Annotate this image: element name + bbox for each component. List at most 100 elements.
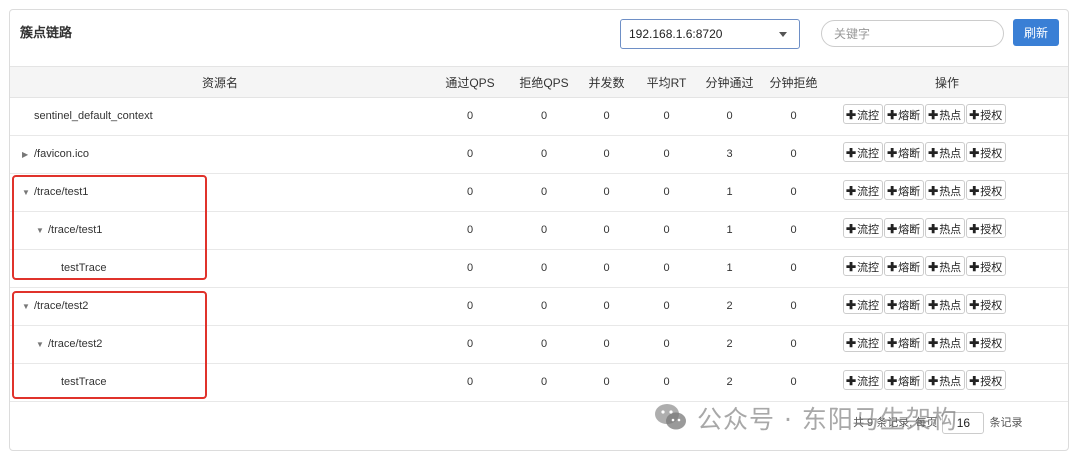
plus-icon: ✚: [846, 374, 857, 388]
plus-icon: ✚: [846, 146, 857, 160]
machine-select[interactable]: 192.168.1.6:8720: [620, 19, 800, 49]
block-qps-cell: 0: [540, 186, 548, 198]
minute-pass-cell: 2: [726, 300, 733, 312]
degrade-rule-button[interactable]: ✚熔断: [884, 294, 925, 314]
avg-rt-cell: 0: [663, 262, 670, 274]
action-label: 流控: [857, 338, 880, 350]
authority-rule-button[interactable]: ✚授权: [966, 332, 1007, 352]
avg-rt-cell: 0: [663, 338, 670, 350]
pass-qps-cell: 0: [466, 224, 474, 236]
concurrency-cell: 0: [603, 338, 610, 350]
machine-select-value: 192.168.1.6:8720: [629, 27, 723, 41]
plus-icon: ✚: [928, 222, 939, 236]
degrade-rule-button[interactable]: ✚熔断: [884, 142, 925, 162]
action-label: 熔断: [898, 224, 921, 236]
table-row: sentinel_default_context 0 0 0 0 0 0 ✚流控 ✚熔断 ✚热点 ✚…: [10, 98, 1068, 136]
hotspot-rule-button[interactable]: ✚热点: [925, 294, 966, 314]
minute-block-cell: 0: [790, 224, 797, 236]
degrade-rule-button[interactable]: ✚熔断: [884, 104, 925, 124]
action-label: 授权: [980, 186, 1003, 198]
search-input[interactable]: [821, 20, 1004, 47]
plus-icon: ✚: [928, 336, 939, 350]
minute-pass-cell: 1: [726, 262, 733, 274]
plus-icon: ✚: [969, 108, 980, 122]
plus-icon: ✚: [969, 260, 980, 274]
action-label: 流控: [857, 262, 880, 274]
degrade-rule-button[interactable]: ✚熔断: [884, 180, 925, 200]
refresh-button[interactable]: 刷新: [1013, 19, 1059, 46]
action-label: 热点: [939, 376, 962, 388]
pass-qps-cell: 0: [466, 262, 474, 274]
authority-rule-button[interactable]: ✚授权: [966, 256, 1007, 276]
caret-right-icon[interactable]: ▶: [22, 150, 31, 159]
degrade-rule-button[interactable]: ✚熔断: [884, 256, 925, 276]
degrade-rule-button[interactable]: ✚熔断: [884, 370, 925, 390]
hotspot-rule-button[interactable]: ✚热点: [925, 218, 966, 238]
action-label: 授权: [980, 376, 1003, 388]
action-label: 授权: [980, 338, 1003, 350]
header-resource-name: 资源名: [10, 66, 430, 98]
flow-rule-button[interactable]: ✚流控: [843, 218, 884, 238]
minute-block-cell: 0: [790, 110, 797, 122]
action-label: 授权: [980, 148, 1003, 160]
action-label: 热点: [939, 110, 962, 122]
hotspot-rule-button[interactable]: ✚热点: [925, 104, 966, 124]
wechat-icon: [655, 404, 686, 430]
minute-pass-cell: 1: [726, 186, 733, 198]
hotspot-rule-button[interactable]: ✚热点: [925, 332, 966, 352]
authority-rule-button[interactable]: ✚授权: [966, 180, 1007, 200]
minute-block-cell: 0: [790, 186, 797, 198]
block-qps-cell: 0: [540, 338, 548, 350]
hotspot-rule-button[interactable]: ✚热点: [925, 142, 966, 162]
flow-rule-button[interactable]: ✚流控: [843, 104, 884, 124]
concurrency-cell: 0: [603, 262, 610, 274]
avg-rt-cell: 0: [663, 186, 670, 198]
flow-rule-button[interactable]: ✚流控: [843, 180, 884, 200]
degrade-rule-button[interactable]: ✚熔断: [884, 218, 925, 238]
minute-block-cell: 0: [790, 300, 797, 312]
actions-cell: ✚流控 ✚熔断 ✚热点 ✚授权: [826, 288, 1068, 326]
action-label: 熔断: [898, 338, 921, 350]
authority-rule-button[interactable]: ✚授权: [966, 142, 1007, 162]
hotspot-rule-button[interactable]: ✚热点: [925, 180, 966, 200]
authority-rule-button[interactable]: ✚授权: [966, 104, 1007, 124]
flow-rule-button[interactable]: ✚流控: [843, 256, 884, 276]
minute-block-cell: 0: [790, 376, 797, 388]
pass-qps-cell: 0: [466, 376, 474, 388]
plus-icon: ✚: [969, 374, 980, 388]
plus-icon: ✚: [887, 108, 898, 122]
minute-pass-cell: 0: [726, 110, 733, 122]
flow-rule-button[interactable]: ✚流控: [843, 294, 884, 314]
concurrency-cell: 0: [603, 376, 610, 388]
chevron-down-icon: [779, 32, 787, 37]
hotspot-rule-button[interactable]: ✚热点: [925, 370, 966, 390]
flow-rule-button[interactable]: ✚流控: [843, 370, 884, 390]
authority-rule-button[interactable]: ✚授权: [966, 294, 1007, 314]
resource-name: sentinel_default_context: [34, 110, 153, 122]
minute-block-cell: 0: [790, 262, 797, 274]
pass-qps-cell: 0: [466, 338, 474, 350]
plus-icon: ✚: [928, 108, 939, 122]
plus-icon: ✚: [928, 260, 939, 274]
authority-rule-button[interactable]: ✚授权: [966, 218, 1007, 238]
flow-rule-button[interactable]: ✚流控: [843, 142, 884, 162]
authority-rule-button[interactable]: ✚授权: [966, 370, 1007, 390]
action-label: 授权: [980, 110, 1003, 122]
plus-icon: ✚: [887, 374, 898, 388]
highlight-box-test2: [12, 291, 207, 399]
header-actions: 操作: [826, 66, 1068, 98]
highlight-box-test1: [12, 175, 207, 280]
concurrency-cell: 0: [603, 110, 610, 122]
action-label: 热点: [939, 148, 962, 160]
degrade-rule-button[interactable]: ✚熔断: [884, 332, 925, 352]
plus-icon: ✚: [846, 184, 857, 198]
hotspot-rule-button[interactable]: ✚热点: [925, 256, 966, 276]
page-title: 簇点链路: [20, 25, 73, 40]
flow-rule-button[interactable]: ✚流控: [843, 332, 884, 352]
minute-pass-cell: 2: [726, 376, 733, 388]
minute-block-cell: 0: [790, 338, 797, 350]
plus-icon: ✚: [846, 336, 857, 350]
plus-icon: ✚: [969, 146, 980, 160]
minute-pass-cell: 1: [726, 224, 733, 236]
action-label: 热点: [939, 262, 962, 274]
